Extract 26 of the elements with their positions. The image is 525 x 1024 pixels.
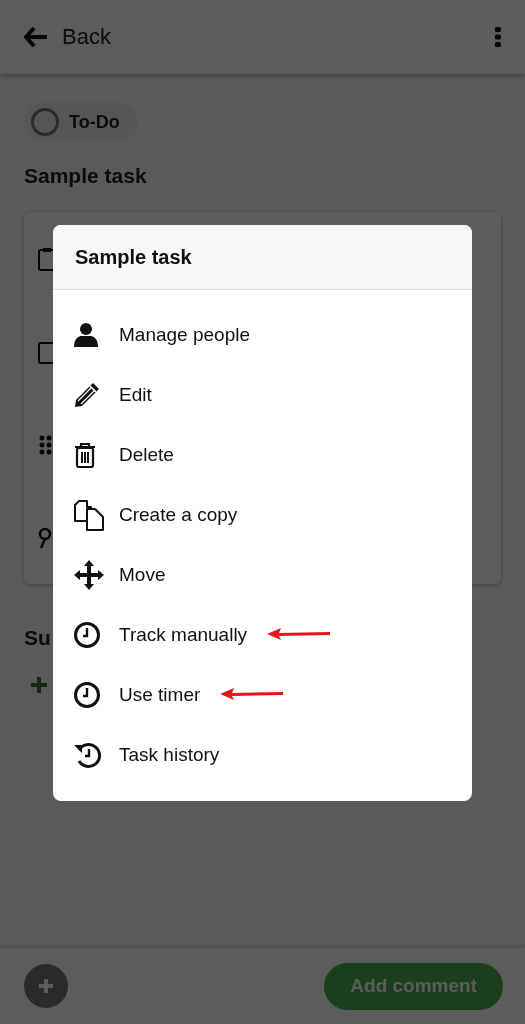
add-button[interactable]: [24, 964, 68, 1008]
plus-icon: [38, 978, 54, 994]
clock-icon: [73, 681, 101, 709]
menu-item[interactable]: Manage people: [53, 305, 472, 365]
clock-icon: [73, 621, 101, 649]
menu-item[interactable]: Task history: [53, 725, 472, 785]
plus-icon[interactable]: [30, 676, 48, 694]
dialog-title: Sample task: [53, 225, 472, 290]
menu-item[interactable]: Move: [53, 545, 472, 605]
menu-item[interactable]: Use timer: [53, 665, 472, 725]
menu-item[interactable]: Edit: [53, 365, 472, 425]
history-icon: [73, 741, 103, 769]
trash-icon: [73, 441, 97, 469]
pencil-icon: [73, 381, 101, 409]
section-heading: Su: [24, 626, 51, 650]
move-icon: [73, 559, 105, 591]
back-arrow-icon[interactable]: [24, 27, 48, 47]
copy-icon: [73, 499, 105, 531]
menu-item[interactable]: Create a copy: [53, 485, 472, 545]
task-title: Sample task: [24, 164, 148, 188]
more-options-icon[interactable]: [495, 27, 501, 47]
menu-item[interactable]: Track manually: [53, 605, 472, 665]
status-radio[interactable]: [31, 108, 59, 136]
person-icon: [73, 322, 99, 348]
menu-item[interactable]: Delete: [53, 425, 472, 485]
status-label: To-Do: [69, 111, 120, 133]
